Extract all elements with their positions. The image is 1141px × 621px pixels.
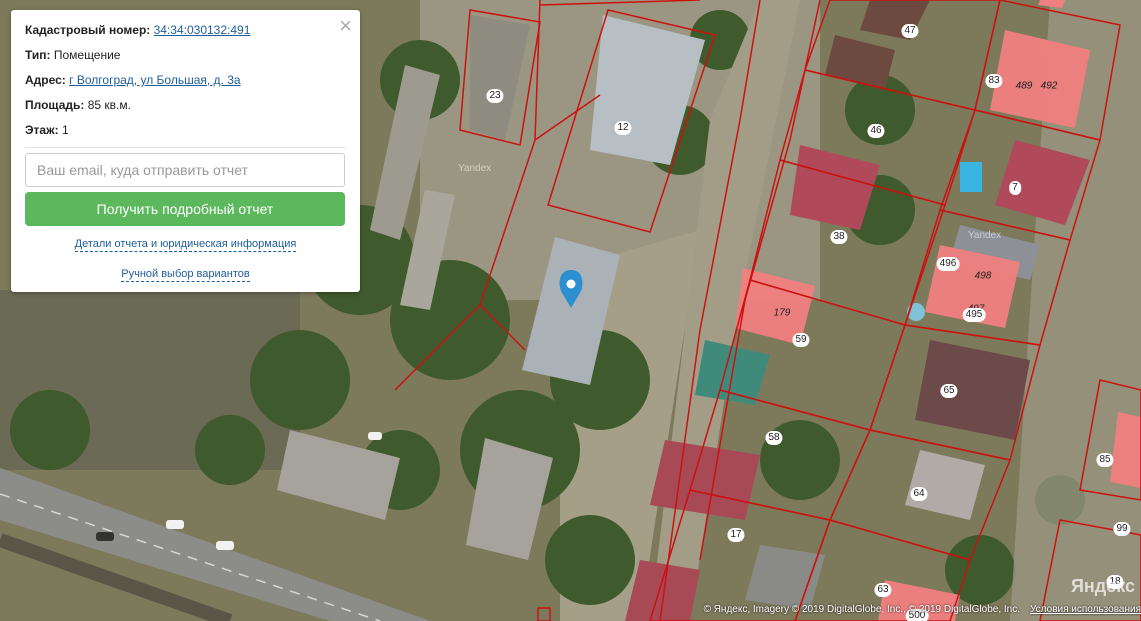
- floor-row: Этаж: 1: [25, 122, 346, 138]
- parcel-number[interactable]: 7: [1009, 181, 1021, 195]
- map-provider-logo: Яндекс: [1070, 576, 1135, 596]
- terms-of-use-link[interactable]: Условия использования: [1030, 604, 1141, 615]
- type-label: Тип:: [25, 48, 51, 62]
- map-watermark: Yandex: [458, 163, 492, 174]
- parcel-number[interactable]: 59: [792, 333, 810, 347]
- parcel-number[interactable]: 498: [975, 271, 992, 282]
- area-row: Площадь: 85 кв.м.: [25, 97, 346, 113]
- satellite-map[interactable]: 47 83 489 492 23 12 46 7 38 496 498 497 …: [0, 0, 1141, 621]
- area-label: Площадь:: [25, 98, 85, 112]
- parcel-number[interactable]: 23: [486, 89, 504, 103]
- divider: [25, 147, 346, 148]
- cadastral-number-label: Кадастровый номер:: [25, 23, 151, 37]
- parcel-number[interactable]: 489: [1016, 81, 1033, 92]
- parcel-number[interactable]: 47: [901, 24, 919, 38]
- parcel-info-panel: × Кадастровый номер: 34:34:030132:491 Ти…: [11, 10, 360, 292]
- cadastral-number-link[interactable]: 34:34:030132:491: [154, 23, 251, 37]
- parcel-number[interactable]: 12: [614, 121, 632, 135]
- address-row: Адрес: г Волгоград, ул Большая, д. 3а: [25, 72, 346, 88]
- type-value: Помещение: [53, 48, 121, 62]
- address-link[interactable]: г Волгоград, ул Большая, д. 3а: [69, 73, 240, 87]
- type-row: Тип: Помещение: [25, 47, 346, 63]
- parcel-number[interactable]: 38: [830, 230, 848, 244]
- parcel-number[interactable]: 492: [1041, 81, 1058, 92]
- parcel-number[interactable]: 65: [940, 384, 958, 398]
- close-icon[interactable]: ×: [339, 14, 352, 38]
- parcel-number[interactable]: 17: [727, 528, 745, 542]
- parcel-number[interactable]: 83: [985, 74, 1003, 88]
- parcel-number[interactable]: 63: [874, 583, 892, 597]
- parcel-number[interactable]: 495: [962, 308, 986, 322]
- floor-label: Этаж:: [25, 123, 59, 137]
- report-details-link[interactable]: Детали отчета и юридическая информация: [74, 238, 297, 252]
- get-report-button[interactable]: Получить подробный отчет: [25, 192, 345, 226]
- parcel-number[interactable]: 58: [765, 431, 783, 445]
- parcel-number[interactable]: 46: [867, 124, 885, 138]
- map-watermark: Yandex: [968, 230, 1002, 241]
- email-input[interactable]: [25, 153, 345, 187]
- parcel-number[interactable]: 99: [1113, 522, 1131, 536]
- floor-value: 1: [61, 123, 69, 137]
- cadastral-number-row: Кадастровый номер: 34:34:030132:491: [25, 22, 346, 38]
- parcel-number[interactable]: 179: [774, 308, 791, 319]
- map-attribution: © Яндекс, Imagery © 2019 DigitalGlobe, I…: [704, 604, 1141, 615]
- parcel-number[interactable]: 64: [910, 487, 928, 501]
- parcel-number[interactable]: 496: [936, 257, 960, 271]
- manual-selection-link[interactable]: Ручной выбор вариантов: [121, 268, 250, 282]
- parcel-number[interactable]: 85: [1096, 453, 1114, 467]
- area-value: 85 кв.м.: [87, 98, 131, 112]
- address-label: Адрес:: [25, 73, 66, 87]
- attribution-text: © Яндекс, Imagery © 2019 DigitalGlobe, I…: [703, 604, 1020, 615]
